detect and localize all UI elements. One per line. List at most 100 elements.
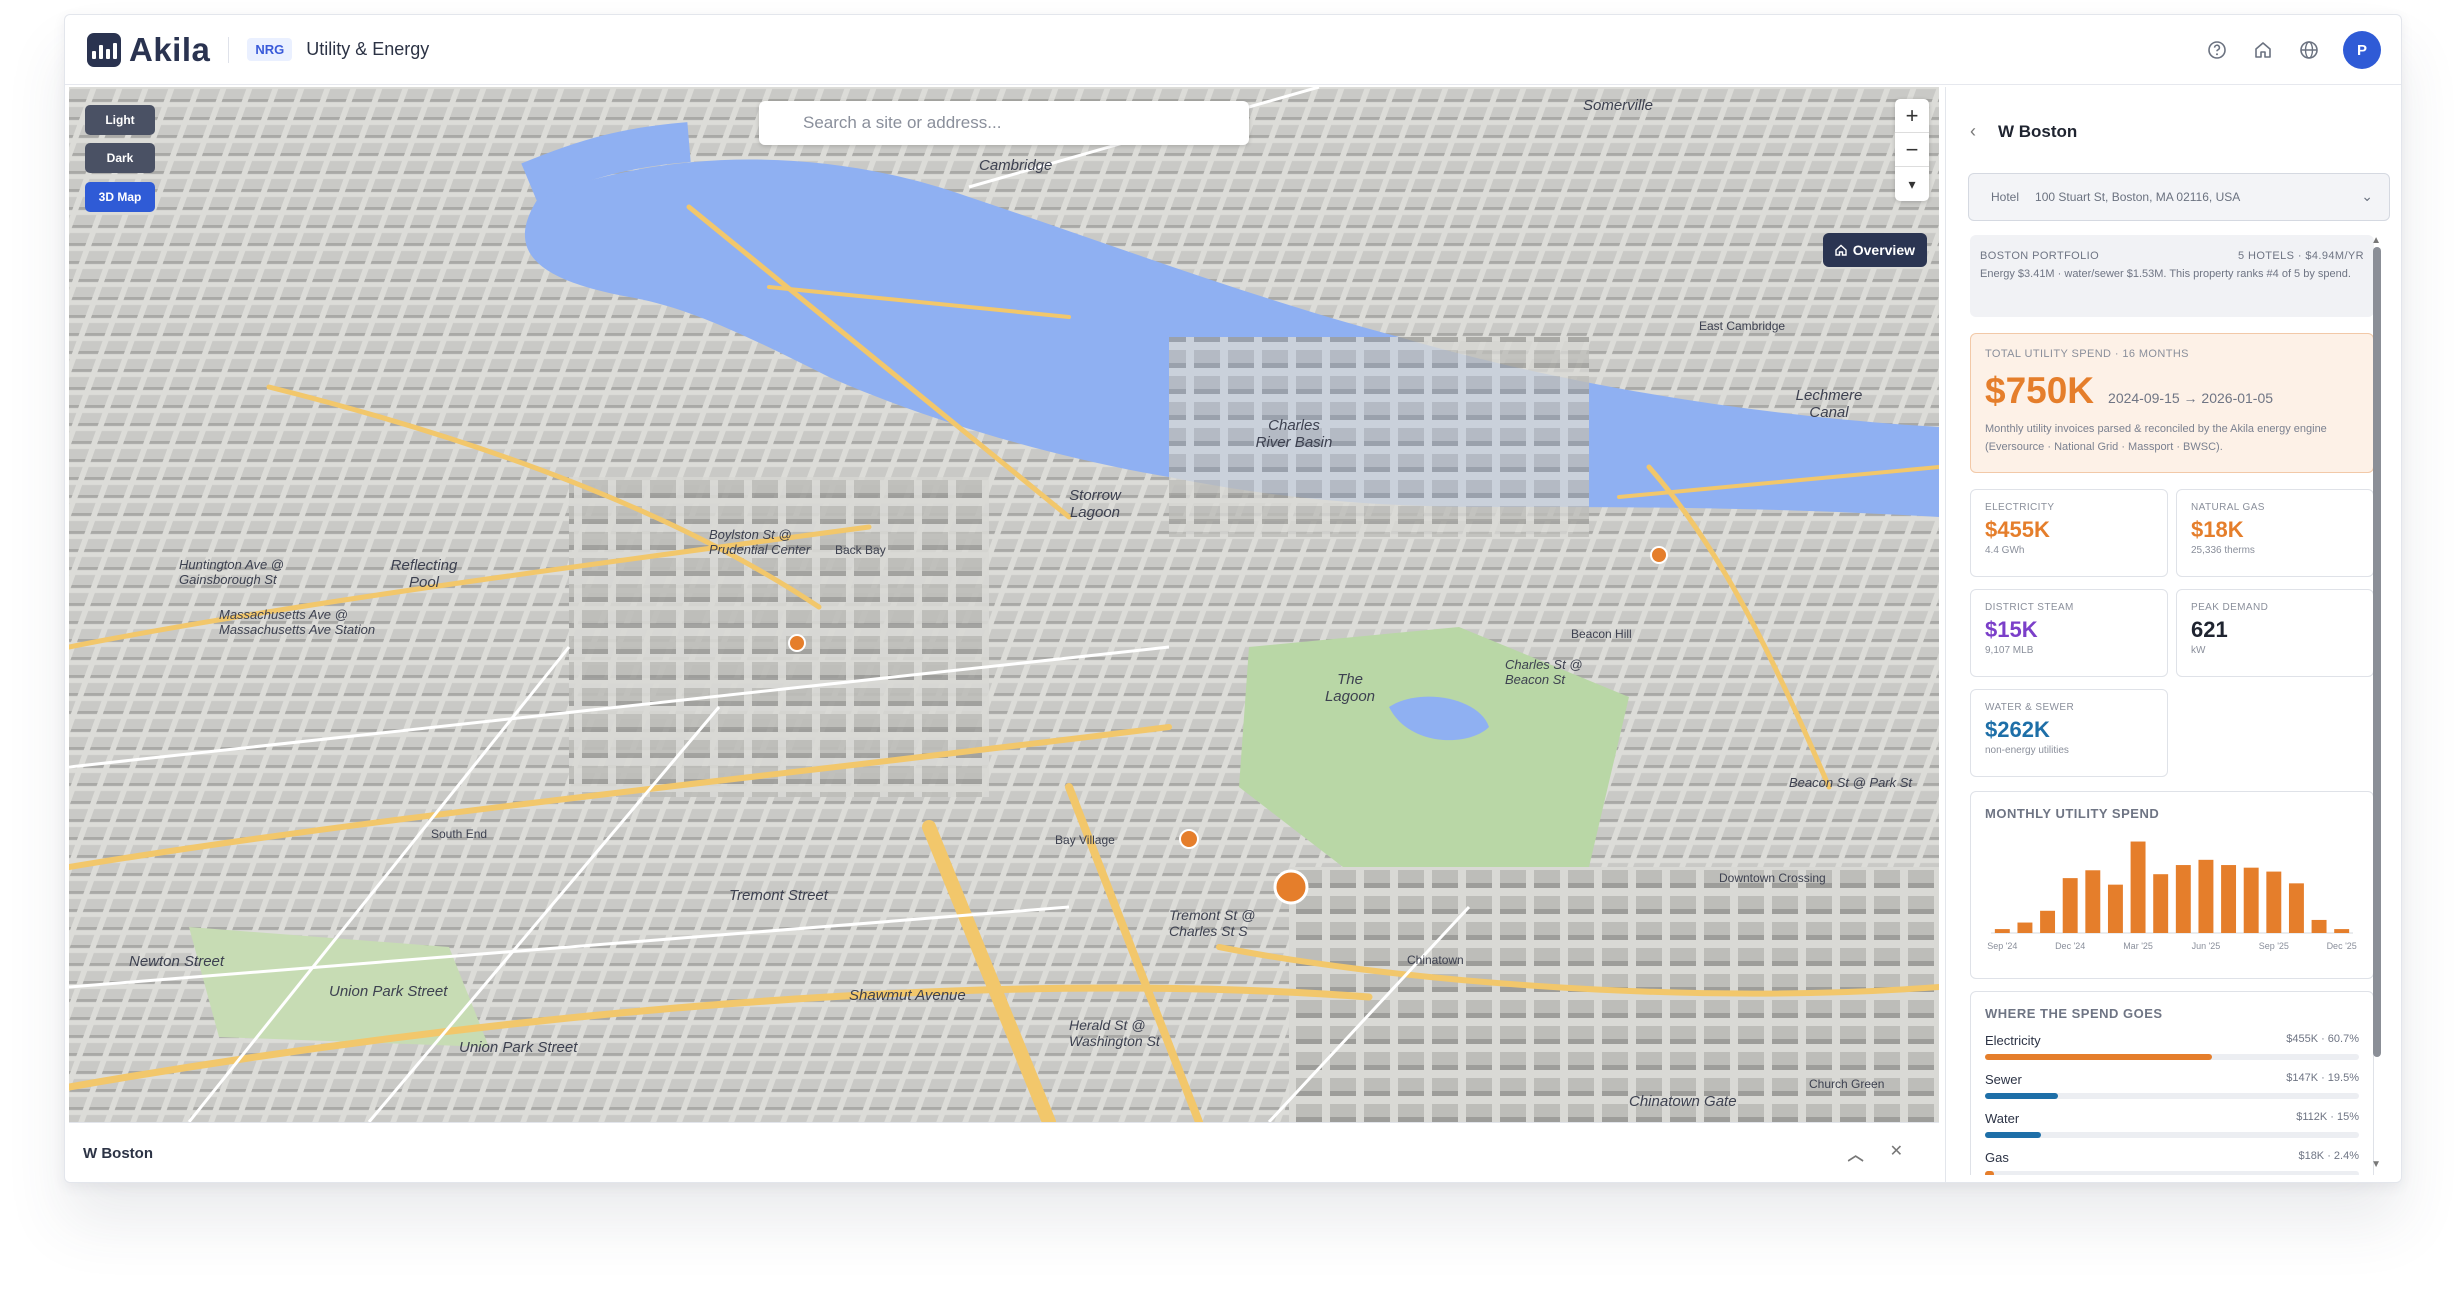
total-spend-label: Total Utility Spend · 16 months bbox=[1985, 348, 2189, 360]
spend-breakdown-title: Where the spend goes bbox=[1985, 1006, 2163, 1021]
spend-track bbox=[1985, 1054, 2359, 1060]
place-label: Lechmere Canal bbox=[1795, 387, 1863, 421]
help-icon[interactable] bbox=[2205, 38, 2229, 62]
overview-button[interactable]: Overview bbox=[1822, 233, 1927, 267]
kpi-label: Peak Demand bbox=[2191, 602, 2269, 613]
kpi-value: $455K bbox=[1985, 517, 2050, 542]
kpi-sub: 25,336 therms bbox=[2191, 545, 2255, 556]
bar-Oct '24[interactable] bbox=[2017, 922, 2033, 933]
monthly-spend-title: Monthly Utility Spend bbox=[1985, 806, 2160, 821]
spend-track bbox=[1985, 1132, 2359, 1138]
place-label: Church Green bbox=[1809, 1077, 1885, 1091]
place-label: Bay Village bbox=[1055, 833, 1115, 847]
place-label: Back Bay bbox=[835, 543, 886, 557]
back-chevron-icon[interactable]: ‹ bbox=[1970, 121, 1976, 142]
map-view[interactable]: Light Dark 3D Map Search a site or addre… bbox=[69, 87, 1939, 1122]
spend-value: $18K · 2.4% bbox=[2298, 1150, 2359, 1162]
portfolio-count: 5 HOTELS · $4.94M/YR bbox=[2238, 250, 2364, 262]
scroll-up-icon[interactable]: ▲ bbox=[2371, 235, 2381, 246]
kpi-electricity: Electricity $455K 4.4 GWh bbox=[1970, 489, 2168, 577]
bar-Jan '25[interactable] bbox=[2085, 870, 2101, 933]
home-icon bbox=[1835, 244, 1847, 256]
bar-Nov '24[interactable] bbox=[2040, 910, 2056, 933]
bar-Aug '25[interactable] bbox=[2243, 867, 2259, 933]
site-panel: ‹ W Boston Hotel 100 Stuart St, Boston, … bbox=[1945, 87, 2401, 1182]
monthly-spend-card: Monthly Utility Spend Sep '24 Dec '24 Mar … bbox=[1970, 791, 2374, 979]
bar-Oct '25[interactable] bbox=[2288, 883, 2304, 933]
bar-Jul '25[interactable] bbox=[2221, 865, 2237, 933]
globe-icon[interactable] bbox=[2297, 38, 2321, 62]
panel-scrollbar[interactable] bbox=[2373, 247, 2381, 1057]
place-label: Beacon Hill bbox=[1571, 627, 1632, 641]
bar-Nov '25[interactable] bbox=[2311, 919, 2327, 933]
kpi-sub: 9,107 MLB bbox=[1985, 645, 2034, 656]
spend-track bbox=[1985, 1093, 2359, 1099]
bar-Sep '24[interactable] bbox=[1994, 929, 2010, 933]
scroll-down-icon[interactable]: ▼ bbox=[2371, 1159, 2381, 1170]
place-label: Charles St @ Beacon St bbox=[1505, 657, 1583, 687]
kpi-value: 621 bbox=[2191, 617, 2228, 642]
place-label: Reflecting Pool bbox=[390, 557, 458, 591]
bar-Apr '25[interactable] bbox=[2153, 874, 2169, 933]
chevron-up-icon[interactable]: ︿ bbox=[1848, 1141, 1864, 1165]
place-label: Chinatown Gate bbox=[1629, 1093, 1737, 1110]
bar-Jun '25[interactable] bbox=[2198, 859, 2214, 933]
overview-label: Overview bbox=[1852, 242, 1915, 258]
x-tick-label: Sep '24 bbox=[1987, 941, 2017, 951]
close-icon[interactable]: ✕ bbox=[1890, 1141, 1903, 1165]
place-label: Herald St @ Washington St bbox=[1069, 1017, 1160, 1049]
x-tick-label: Mar '25 bbox=[2123, 941, 2153, 951]
spend-fill bbox=[1985, 1132, 2042, 1138]
kpi-district-steam: District Steam $15K 9,107 MLB bbox=[1970, 589, 2168, 677]
portfolio-summary: Boston Portfolio 5 HOTELS · $4.94M/YR En… bbox=[1970, 235, 2374, 317]
x-tick-label: Dec '24 bbox=[2055, 941, 2085, 951]
drawer-controls: ︿ ✕ bbox=[1848, 1141, 1903, 1165]
dark-mode-button[interactable]: Dark bbox=[85, 143, 155, 173]
site-address: 100 Stuart St, Boston, MA 02116, USA bbox=[2035, 190, 2241, 204]
home-icon[interactable] bbox=[2251, 38, 2275, 62]
panel-scroll-area: Boston Portfolio 5 HOTELS · $4.94M/YR En… bbox=[1946, 235, 2386, 1175]
3d-map-button[interactable]: 3D Map bbox=[85, 182, 155, 212]
place-label: South End bbox=[431, 827, 488, 841]
chevron-down-icon: ⌄ bbox=[2361, 188, 2373, 204]
light-mode-button[interactable]: Light bbox=[85, 105, 155, 135]
spend-value: $112K · 15% bbox=[2296, 1111, 2359, 1123]
kpi-natural-gas: Natural Gas $18K 25,336 therms bbox=[2176, 489, 2374, 577]
x-tick-label: Jun '25 bbox=[2192, 941, 2221, 951]
bar-May '25[interactable] bbox=[2175, 865, 2191, 933]
bar-Dec '24[interactable] bbox=[2062, 878, 2078, 933]
total-spend-amount: $750K bbox=[1985, 370, 2095, 411]
compass-button[interactable]: ▾ bbox=[1895, 167, 1929, 201]
spend-row: Gas $18K · 2.4% bbox=[1985, 1150, 2359, 1175]
place-label: Huntington Ave @ Gainsborough St bbox=[179, 557, 284, 587]
spend-row: Sewer $147K · 19.5% bbox=[1985, 1072, 2359, 1099]
place-label: Union Park Street bbox=[459, 1039, 578, 1056]
place-label: The Lagoon bbox=[1324, 671, 1376, 705]
spend-fill bbox=[1985, 1093, 2058, 1099]
place-label: Union Park Street bbox=[329, 983, 448, 1000]
bottom-drawer-title: W Boston bbox=[83, 1145, 153, 1162]
kpi-peak-demand: Peak Demand 621 kW bbox=[2176, 589, 2374, 677]
place-label: East Cambridge bbox=[1699, 319, 1786, 333]
bottom-drawer: W Boston ︿ ✕ bbox=[69, 1122, 1939, 1182]
spend-value: $147K · 19.5% bbox=[2286, 1072, 2359, 1084]
spend-row: Water $112K · 15% bbox=[1985, 1111, 2359, 1138]
kpi-label: Natural Gas bbox=[2191, 502, 2265, 513]
place-label: Charles River Basin bbox=[1255, 417, 1333, 451]
spend-name: Water bbox=[1985, 1111, 2020, 1126]
bar-Dec '25[interactable] bbox=[2334, 929, 2350, 933]
user-avatar[interactable]: P bbox=[2343, 31, 2381, 69]
site-select[interactable]: Hotel 100 Stuart St, Boston, MA 02116, U… bbox=[1968, 173, 2390, 221]
place-label: Boylston St @ Prudential Center bbox=[709, 527, 811, 557]
bar-Mar '25[interactable] bbox=[2130, 841, 2146, 933]
zoom-in-button[interactable]: + bbox=[1895, 99, 1929, 133]
bar-Feb '25[interactable] bbox=[2107, 884, 2123, 933]
map-search-input[interactable]: Search a site or address... bbox=[759, 101, 1249, 145]
app-window: Akila NRG Utility & Energy P Light Dark … bbox=[64, 14, 2402, 1183]
place-label: Newton Street bbox=[129, 953, 225, 970]
nrg-badge: NRG bbox=[247, 38, 293, 61]
place-label: Cambridge bbox=[979, 157, 1053, 174]
zoom-out-button[interactable]: − bbox=[1895, 133, 1929, 167]
akila-logo-icon bbox=[87, 32, 121, 67]
bar-Sep '25[interactable] bbox=[2266, 871, 2282, 933]
